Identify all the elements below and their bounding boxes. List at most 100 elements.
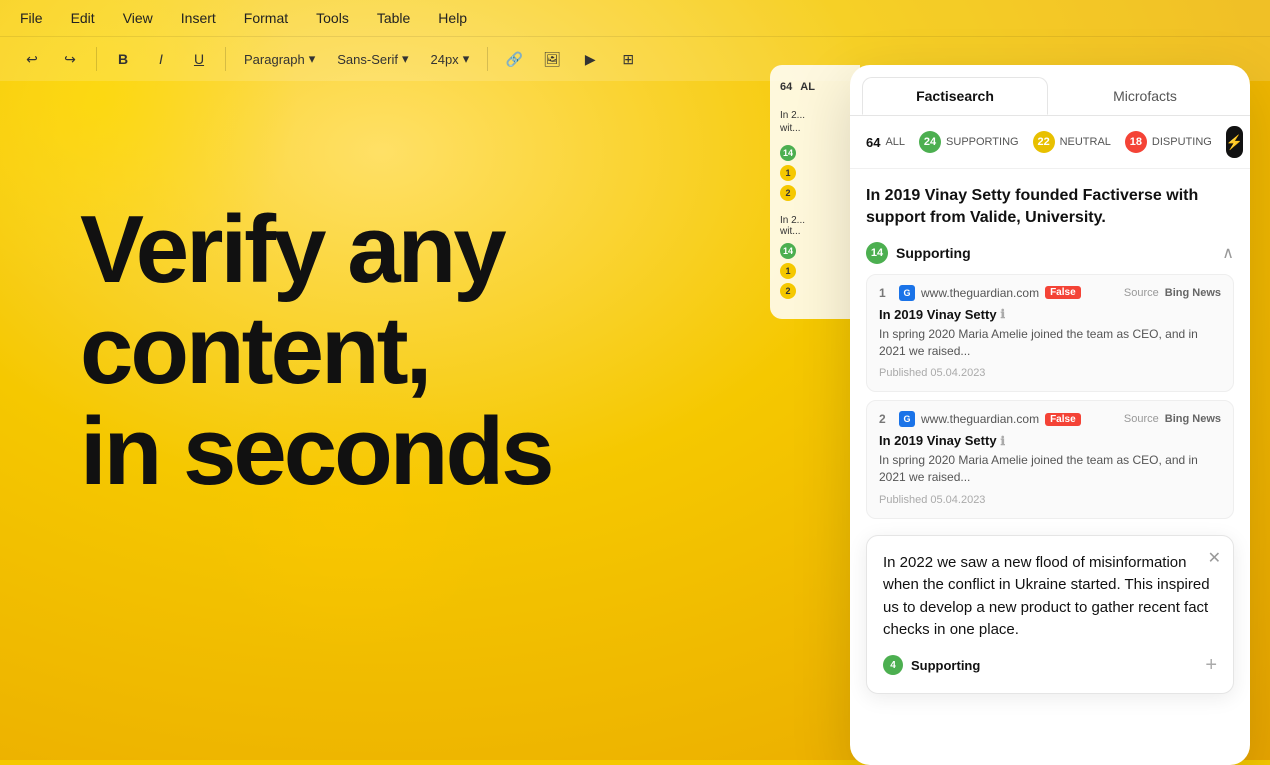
- supporting-header-1: 14 Supporting ∧: [866, 242, 1234, 264]
- claim-2-supporting-badge: 4: [883, 655, 903, 675]
- source-favicon-2: G: [899, 411, 915, 427]
- source-favicon-1: G: [899, 285, 915, 301]
- neutral-badge-small: 1: [780, 165, 796, 181]
- neutral-badge-small-3: 1: [780, 263, 796, 279]
- source-label-1: Source: [1124, 287, 1159, 299]
- neutral-label: NEUTRAL: [1060, 136, 1111, 148]
- claim-2-supporting-label: Supporting: [911, 658, 980, 673]
- doc-claim-text: In 2...wit...: [780, 109, 850, 135]
- supporting-badge-small-2: 14: [780, 243, 796, 259]
- stats-bar: 64 ALL 24 SUPPORTING 22 NEUTRAL 18 DISPU…: [850, 116, 1250, 169]
- supporting-badge-small: 14: [780, 145, 796, 161]
- toolbar-sep-1: [96, 47, 97, 71]
- font-chevron-icon: ▾: [402, 51, 409, 67]
- menu-view[interactable]: View: [119, 8, 157, 28]
- info-icon-1[interactable]: ℹ: [1001, 307, 1006, 321]
- underline-button[interactable]: U: [183, 43, 215, 75]
- source-card-1: 1 G www.theguardian.com False Source Bin…: [866, 274, 1234, 393]
- toolbar-sep-3: [487, 47, 488, 71]
- claim-2-text: In 2022 we saw a new flood of misinforma…: [883, 552, 1217, 642]
- paragraph-select[interactable]: Paragraph ▾: [236, 47, 323, 71]
- italic-button[interactable]: I: [145, 43, 177, 75]
- claim-2-supporting-row: 4 Supporting +: [883, 654, 1217, 677]
- filter-button[interactable]: ⚡: [1226, 126, 1243, 158]
- neutral-badge-small-2: 2: [780, 185, 796, 201]
- redo-button[interactable]: ↪: [54, 43, 86, 75]
- claim-1-title: In 2019 Vinay Setty founded Factiverse w…: [866, 185, 1234, 230]
- false-badge-2: False: [1045, 413, 1081, 426]
- tab-microfacts[interactable]: Microfacts: [1052, 77, 1238, 115]
- stat-all: 64 ALL: [866, 135, 905, 150]
- doc-stat-1: 1: [780, 165, 850, 181]
- disputing-label: DISPUTING: [1152, 136, 1212, 148]
- source-title-2: In 2019 Vinay Setty ℹ: [879, 433, 1221, 448]
- all-count: 64: [866, 135, 880, 150]
- doc-stat-3: 1: [780, 263, 850, 279]
- info-icon-2[interactable]: ℹ: [1001, 434, 1006, 448]
- disputing-badge: 18: [1125, 131, 1147, 153]
- paragraph-chevron-icon: ▾: [309, 51, 316, 67]
- neutral-badge: 22: [1033, 131, 1055, 153]
- supporting-label-1: Supporting: [896, 245, 971, 261]
- size-select[interactable]: 24px ▾: [422, 47, 477, 71]
- source-label-2: Source: [1124, 413, 1159, 425]
- stat-supporting: 24 SUPPORTING: [919, 131, 1019, 153]
- size-chevron-icon: ▾: [463, 51, 470, 67]
- stat-disputing: 18 DISPUTING: [1125, 131, 1212, 153]
- bing-label-2: Bing News: [1165, 413, 1221, 425]
- menu-insert[interactable]: Insert: [177, 8, 220, 28]
- doc-stat-supporting: 14: [780, 145, 850, 161]
- font-select[interactable]: Sans-Serif ▾: [329, 47, 416, 71]
- collapse-icon-1[interactable]: ∧: [1222, 243, 1234, 263]
- doc-stat-4: 2: [780, 283, 850, 299]
- menu-tools[interactable]: Tools: [312, 8, 353, 28]
- supporting-label: SUPPORTING: [946, 136, 1019, 148]
- link-button[interactable]: 🔗: [498, 43, 530, 75]
- hero-text: Verify any content, in seconds: [80, 200, 551, 502]
- font-label: Sans-Serif: [337, 52, 398, 67]
- menu-help[interactable]: Help: [434, 8, 471, 28]
- tab-factisearch[interactable]: Factisearch: [862, 77, 1048, 115]
- hero-heading: Verify any content, in seconds: [80, 200, 551, 502]
- doc-stat-2: 2: [780, 185, 850, 201]
- menu-file[interactable]: File: [16, 8, 47, 28]
- source-title-1: In 2019 Vinay Setty ℹ: [879, 307, 1221, 322]
- supporting-badge: 24: [919, 131, 941, 153]
- false-badge-1: False: [1045, 286, 1081, 299]
- video-button[interactable]: ▶: [574, 43, 606, 75]
- source-card-2-header: 2 G www.theguardian.com False Source Bin…: [879, 411, 1221, 427]
- editor-doc-panel: 64 AL In 2...wit... 14 1 2 In 2...wit...…: [770, 65, 860, 319]
- all-label: ALL: [885, 136, 905, 148]
- layout-button[interactable]: ⊞: [612, 43, 644, 75]
- bing-label-1: Bing News: [1165, 287, 1221, 299]
- content-area[interactable]: In 2019 Vinay Setty founded Factiverse w…: [850, 169, 1250, 765]
- bold-button[interactable]: B: [107, 43, 139, 75]
- menu-bar: File Edit View Insert Format Tools Table…: [0, 0, 1270, 37]
- toolbar-sep-2: [225, 47, 226, 71]
- claim-2-supporting-left: 4 Supporting: [883, 655, 980, 675]
- source-excerpt-2: In spring 2020 Maria Amelie joined the t…: [879, 452, 1221, 486]
- source-date-2: Published 05.04.2023: [879, 494, 985, 506]
- claim-block-2: ✕ In 2022 we saw a new flood of misinfor…: [866, 535, 1234, 694]
- menu-table[interactable]: Table: [373, 8, 414, 28]
- sidebar-panel: Factisearch Microfacts 64 ALL 24 SUPPORT…: [850, 65, 1250, 765]
- stat-neutral: 22 NEUTRAL: [1033, 131, 1111, 153]
- menu-edit[interactable]: Edit: [67, 8, 99, 28]
- paragraph-label: Paragraph: [244, 52, 305, 67]
- doc-claim2-partial: In 2...wit...: [780, 215, 850, 237]
- image-button[interactable]: 🖼: [536, 43, 568, 75]
- source-num-1: 1: [879, 286, 893, 300]
- expand-icon[interactable]: +: [1205, 654, 1217, 677]
- menu-format[interactable]: Format: [240, 8, 292, 28]
- source-num-2: 2: [879, 412, 893, 426]
- source-domain-2: www.theguardian.com: [921, 412, 1039, 426]
- undo-button[interactable]: ↩: [16, 43, 48, 75]
- filter-icon: ⚡: [1226, 134, 1243, 151]
- tab-bar: Factisearch Microfacts: [850, 65, 1250, 116]
- close-icon[interactable]: ✕: [1208, 548, 1221, 568]
- source-card-1-header: 1 G www.theguardian.com False Source Bin…: [879, 285, 1221, 301]
- size-label: 24px: [430, 52, 458, 67]
- doc-stat-all: 64 AL: [780, 81, 850, 93]
- neutral-badge-small-4: 2: [780, 283, 796, 299]
- source-date-1: Published 05.04.2023: [879, 367, 985, 379]
